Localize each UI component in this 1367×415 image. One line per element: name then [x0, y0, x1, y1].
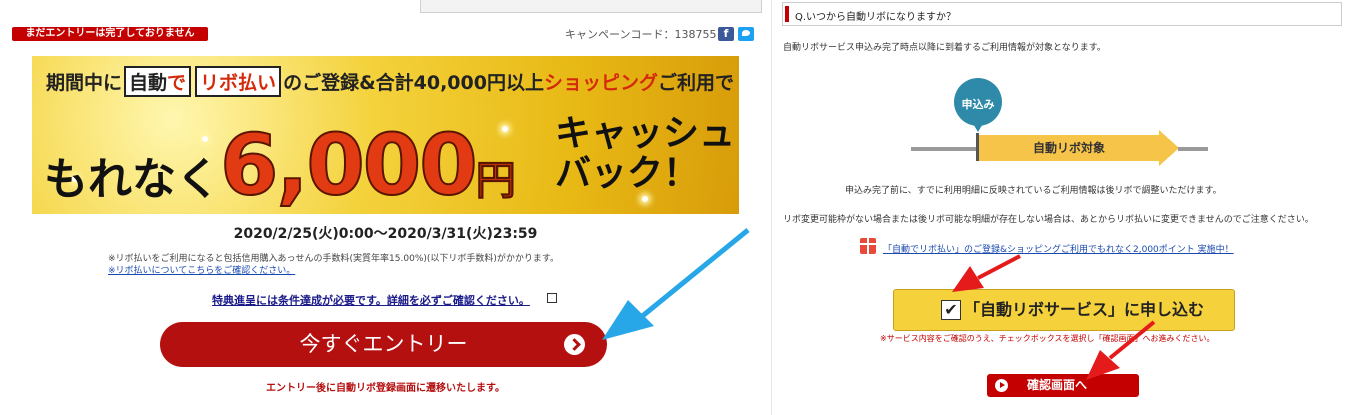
- blue-arrow: [602, 228, 750, 340]
- red-arrow-checkbox: [952, 254, 1021, 292]
- red-arrow-confirm: [1086, 320, 1156, 380]
- annotation-arrows: [602, 228, 1156, 380]
